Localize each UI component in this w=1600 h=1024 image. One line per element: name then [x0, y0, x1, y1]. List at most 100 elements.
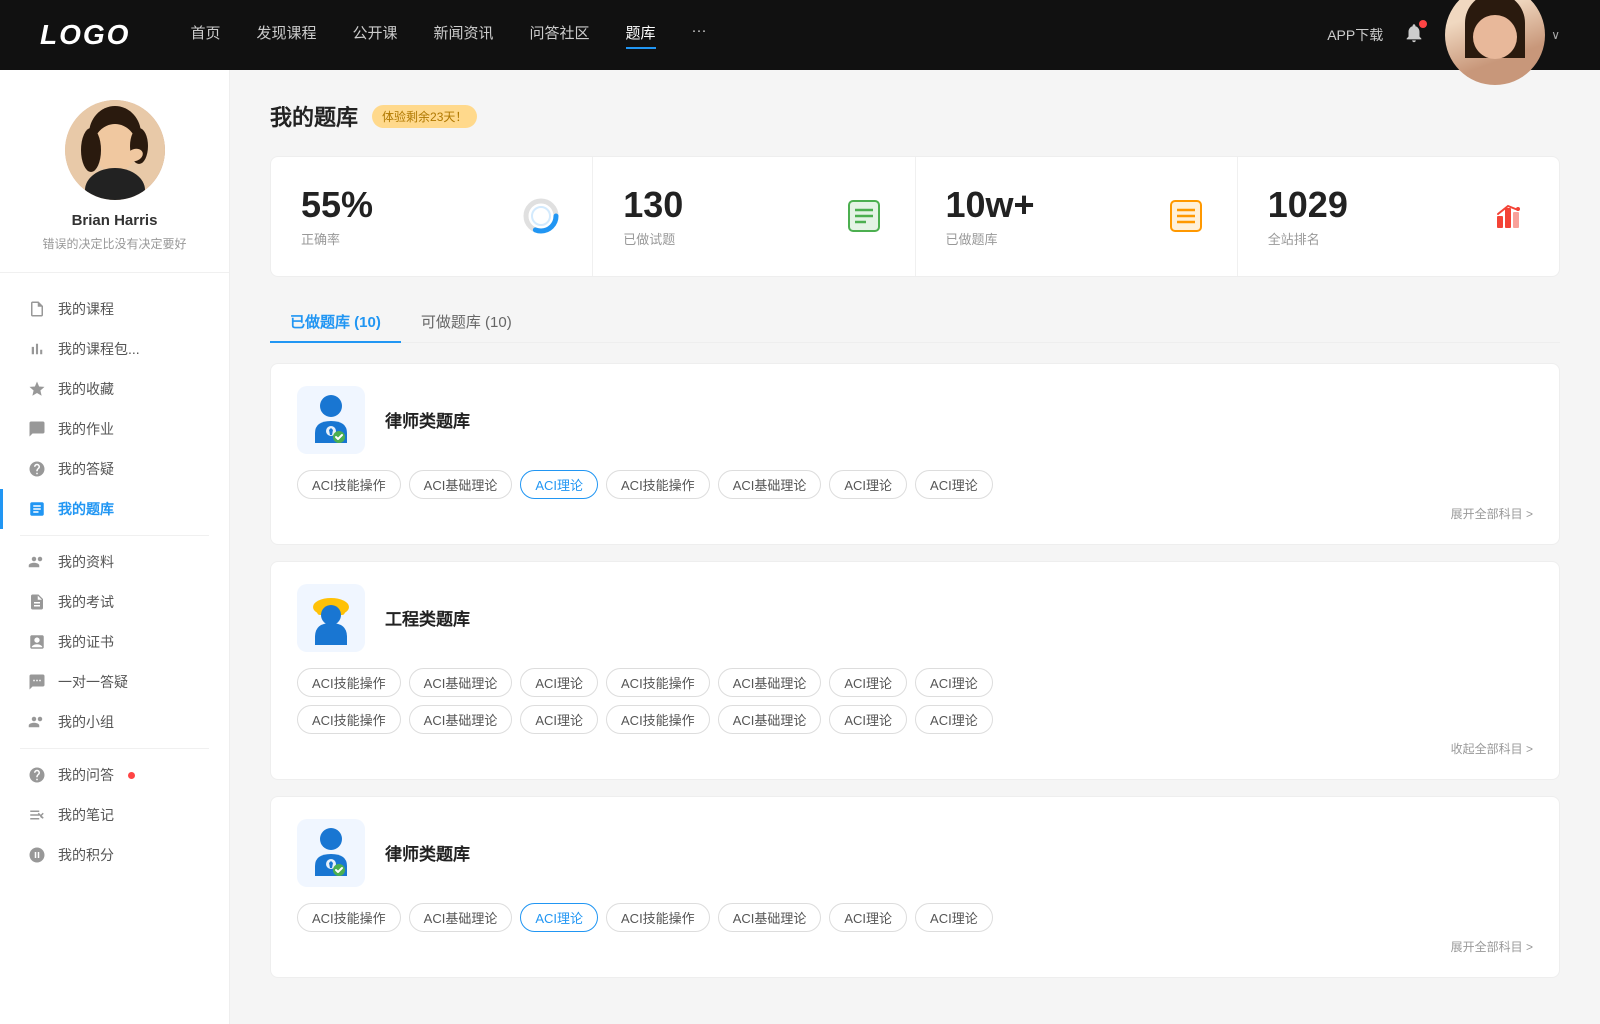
- eng-tag-4[interactable]: ACI基础理论: [718, 668, 822, 697]
- eng2-tag-6[interactable]: ACI理论: [915, 705, 993, 734]
- sidebar-item-label: 我的答疑: [58, 459, 114, 479]
- qbank-tags-lawyer-1: ACI技能操作 ACI基础理论 ACI理论 ACI技能操作 ACI基础理论 AC…: [297, 470, 1533, 499]
- user-avatar-button[interactable]: ∨: [1445, 0, 1560, 85]
- stat-accuracy: 55% 正确率: [271, 157, 593, 276]
- sidebar-menu: 我的课程 我的课程包... 我的收藏 我的作业 我的答疑 我的题库: [0, 289, 229, 875]
- sidebar-item-notes[interactable]: 我的笔记: [0, 795, 229, 835]
- l2-tag-4[interactable]: ACI基础理论: [718, 903, 822, 932]
- sidebar-item-label: 我的作业: [58, 419, 114, 439]
- donut-icon: [520, 195, 562, 237]
- eng-tag-2[interactable]: ACI理论: [520, 668, 598, 697]
- eng2-tag-1[interactable]: ACI基础理论: [409, 705, 513, 734]
- tab-done[interactable]: 已做题库 (10): [270, 301, 401, 342]
- l2-tag-1[interactable]: ACI基础理论: [409, 903, 513, 932]
- stat-questions-text: 130 已做试题: [623, 185, 828, 248]
- l2-tag-0[interactable]: ACI技能操作: [297, 903, 401, 932]
- l2-tag-6[interactable]: ACI理论: [915, 903, 993, 932]
- qbank-title-lawyer-2: 律师类题库: [385, 840, 470, 865]
- tag-0[interactable]: ACI技能操作: [297, 470, 401, 499]
- eng-tag-5[interactable]: ACI理论: [829, 668, 907, 697]
- sidebar-item-label: 我的问答: [58, 765, 114, 785]
- sidebar-item-my-qa[interactable]: 我的问答: [0, 755, 229, 795]
- page-title: 我的题库: [270, 100, 358, 132]
- l2-tag-5[interactable]: ACI理论: [829, 903, 907, 932]
- eng2-tag-2[interactable]: ACI理论: [520, 705, 598, 734]
- sidebar-item-favorites[interactable]: 我的收藏: [0, 369, 229, 409]
- sidebar-item-group[interactable]: 我的小组: [0, 702, 229, 742]
- nav-courses[interactable]: 发现课程: [256, 22, 316, 49]
- eng-tag-0[interactable]: ACI技能操作: [297, 668, 401, 697]
- sidebar-divider: [20, 535, 209, 536]
- qbank-icon-engineer: [297, 584, 365, 652]
- sidebar-item-label: 我的积分: [58, 845, 114, 865]
- app-download-button[interactable]: APP下载: [1327, 25, 1383, 45]
- stat-questions-label: 已做试题: [623, 229, 828, 248]
- sidebar-item-label: 我的考试: [58, 592, 114, 612]
- stat-banks-label: 已做题库: [946, 229, 1151, 248]
- navbar: LOGO 首页 发现课程 公开课 新闻资讯 问答社区 题库 ··· APP下载 …: [0, 0, 1600, 70]
- qbank-card-lawyer-1: 律师类题库 ACI技能操作 ACI基础理论 ACI理论 ACI技能操作 ACI基…: [270, 363, 1560, 545]
- nav-qbank[interactable]: 题库: [626, 22, 656, 49]
- qbank-card-lawyer-2: 律师类题库 ACI技能操作 ACI基础理论 ACI理论 ACI技能操作 ACI基…: [270, 796, 1560, 978]
- logo: LOGO: [40, 19, 130, 51]
- eng2-tag-4[interactable]: ACI基础理论: [718, 705, 822, 734]
- eng2-tag-5[interactable]: ACI理论: [829, 705, 907, 734]
- expand-link-1[interactable]: 展开全部科目 >: [297, 505, 1533, 522]
- notification-bell[interactable]: [1403, 22, 1425, 49]
- stat-banks-text: 10w+ 已做题库: [946, 185, 1151, 248]
- sidebar-item-label: 我的收藏: [58, 379, 114, 399]
- sidebar-item-homework[interactable]: 我的作业: [0, 409, 229, 449]
- sidebar-item-label: 我的笔记: [58, 805, 114, 825]
- sidebar-item-tutoring[interactable]: 一对一答疑: [0, 662, 229, 702]
- tag-2[interactable]: ACI理论: [520, 470, 598, 499]
- eng-tag-3[interactable]: ACI技能操作: [606, 668, 710, 697]
- l2-tag-2[interactable]: ACI理论: [520, 903, 598, 932]
- questions-icon: [843, 195, 885, 237]
- banks-icon: [1165, 195, 1207, 237]
- profile-section: Brian Harris 错误的决定比没有决定要好: [0, 100, 229, 273]
- avatar: [1445, 0, 1545, 85]
- sidebar-item-profile[interactable]: 我的资料: [0, 542, 229, 582]
- tag-1[interactable]: ACI基础理论: [409, 470, 513, 499]
- stat-rank-label: 全站排名: [1268, 229, 1473, 248]
- collapse-link[interactable]: 收起全部科目 >: [297, 740, 1533, 757]
- tag-6[interactable]: ACI理论: [915, 470, 993, 499]
- expand-link-3[interactable]: 展开全部科目 >: [297, 938, 1533, 955]
- sidebar: Brian Harris 错误的决定比没有决定要好 我的课程 我的课程包... …: [0, 70, 230, 1024]
- sidebar-item-exam[interactable]: 我的考试: [0, 582, 229, 622]
- sidebar-item-qbank[interactable]: 我的题库: [0, 489, 229, 529]
- sidebar-item-label: 我的小组: [58, 712, 114, 732]
- tag-4[interactable]: ACI基础理论: [718, 470, 822, 499]
- l2-tag-3[interactable]: ACI技能操作: [606, 903, 710, 932]
- eng-tag-6[interactable]: ACI理论: [915, 668, 993, 697]
- qbank-title-engineer: 工程类题库: [385, 605, 470, 630]
- tag-5[interactable]: ACI理论: [829, 470, 907, 499]
- sidebar-item-label: 我的课程: [58, 299, 114, 319]
- tag-3[interactable]: ACI技能操作: [606, 470, 710, 499]
- qbank-tags-engineer-row2: ACI技能操作 ACI基础理论 ACI理论 ACI技能操作 ACI基础理论 AC…: [297, 705, 1533, 734]
- eng2-tag-3[interactable]: ACI技能操作: [606, 705, 710, 734]
- sidebar-item-course[interactable]: 我的课程: [0, 289, 229, 329]
- eng2-tag-0[interactable]: ACI技能操作: [297, 705, 401, 734]
- sidebar-item-qa[interactable]: 我的答疑: [0, 449, 229, 489]
- sidebar-item-label: 我的证书: [58, 632, 114, 652]
- qbank-tags-lawyer-2: ACI技能操作 ACI基础理论 ACI理论 ACI技能操作 ACI基础理论 AC…: [297, 903, 1533, 932]
- sidebar-item-label: 我的资料: [58, 552, 114, 572]
- profile-motto: 错误的决定比没有决定要好: [42, 235, 186, 252]
- sidebar-item-course-pack[interactable]: 我的课程包...: [0, 329, 229, 369]
- nav-open-course[interactable]: 公开课: [352, 22, 397, 49]
- main-content: 我的题库 体验剩余23天！ 55% 正确率: [230, 70, 1600, 1024]
- eng-tag-1[interactable]: ACI基础理论: [409, 668, 513, 697]
- sidebar-item-points[interactable]: 我的积分: [0, 835, 229, 875]
- nav-home[interactable]: 首页: [190, 22, 220, 49]
- nav-more[interactable]: ···: [692, 22, 707, 49]
- tab-available[interactable]: 可做题库 (10): [401, 301, 532, 342]
- stat-banks: 10w+ 已做题库: [916, 157, 1238, 276]
- qbank-title-lawyer-1: 律师类题库: [385, 407, 470, 432]
- nav-news[interactable]: 新闻资讯: [434, 22, 494, 49]
- sidebar-item-cert[interactable]: 我的证书: [0, 622, 229, 662]
- stat-banks-value: 10w+: [946, 185, 1151, 225]
- rank-icon: [1487, 195, 1529, 237]
- nav-qa[interactable]: 问答社区: [530, 22, 590, 49]
- qbank-tags-engineer-row1: ACI技能操作 ACI基础理论 ACI理论 ACI技能操作 ACI基础理论 AC…: [297, 668, 1533, 697]
